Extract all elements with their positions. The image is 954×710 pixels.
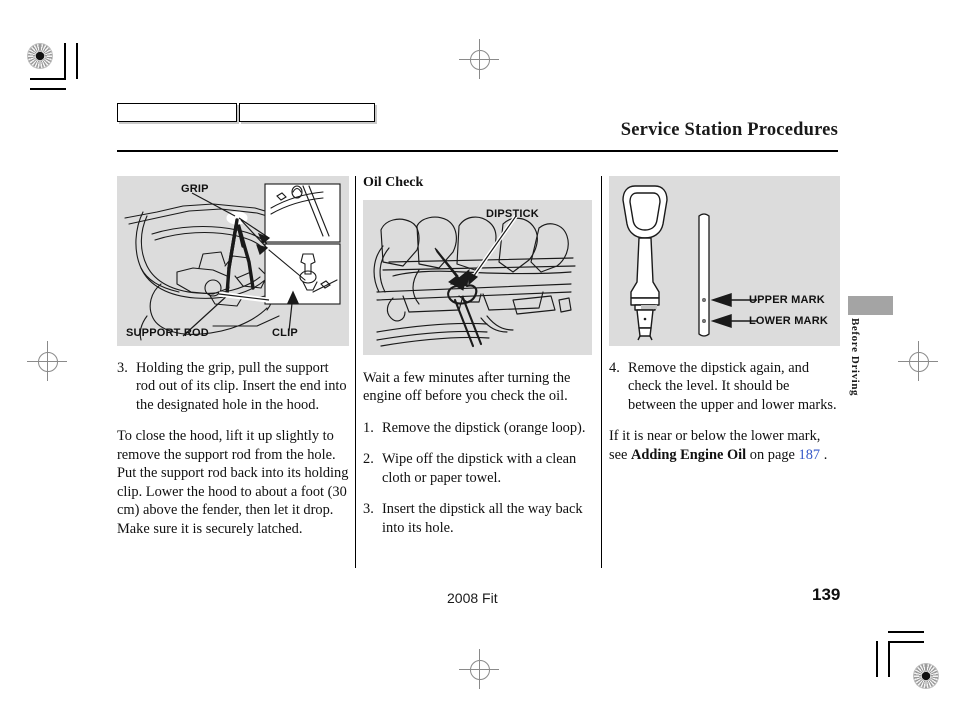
figure-label-clip: CLIP	[272, 327, 298, 339]
header-rule	[117, 150, 838, 152]
crop-mark	[30, 78, 66, 80]
blank-label-box	[239, 103, 375, 122]
registration-target-icon	[27, 43, 53, 69]
column-divider	[355, 176, 356, 568]
figure-label-upper-mark: UPPER MARK	[749, 294, 825, 306]
paragraph-close-hood: To close the hood, lift it up slightly t…	[117, 428, 349, 537]
figure-hood-support-rod: GRIP SUPPORT ROD CLIP	[117, 176, 349, 346]
list-item-text: Remove the dipstick (orange loop).	[382, 419, 586, 436]
middle-column-body: Wait a few minutes after turning the eng…	[363, 369, 593, 537]
figure-dipstick-location: DIPSTICK	[363, 200, 592, 355]
paragraph-wait-intro: Wait a few minutes after turning the eng…	[363, 370, 571, 405]
crossref-section-name: Adding Engine Oil	[630, 446, 747, 463]
right-column-body: 4. Remove the dipstick again, and check …	[609, 359, 840, 464]
side-tab-label: Before Driving	[849, 318, 861, 397]
list-item: 2. Wipe off the dipstick with a clean cl…	[363, 450, 593, 487]
crossref-page-link[interactable]: 187	[799, 447, 821, 463]
list-item: 1. Remove the dipstick (orange loop).	[363, 419, 593, 437]
cross-reference-paragraph: If it is near or below the lower mark, s…	[609, 427, 840, 464]
list-item-number: 1.	[363, 419, 374, 436]
list-item: 3. Insert the dipstick all the way back …	[363, 500, 593, 537]
footer-model-year: 2008 Fit	[447, 590, 498, 606]
section-title-oil-check: Oil Check	[363, 175, 424, 190]
figure-label-lower-mark: LOWER MARK	[749, 315, 828, 327]
figure-label-dipstick: DIPSTICK	[486, 208, 539, 220]
crop-mark	[888, 641, 890, 677]
list-item-text: Wipe off the dipstick with a clean cloth…	[382, 451, 577, 486]
list-item-number: 3.	[363, 501, 374, 518]
crop-mark	[64, 43, 66, 79]
list-item: 3. Holding the grip, pull the support ro…	[117, 359, 349, 414]
crosshair-registration-icon	[459, 39, 499, 79]
middle-column: Oil Check DIPSTICK Wait a few minutes af…	[363, 176, 593, 550]
right-column: UPPER MARK LOWER MARK 4. Remove the dips…	[609, 176, 840, 464]
list-item-number: 3.	[117, 360, 128, 376]
column-divider	[601, 176, 602, 568]
registration-target-icon	[913, 663, 939, 689]
blank-label-box	[117, 103, 237, 122]
list-item: 4. Remove the dipstick again, and check …	[609, 359, 840, 414]
footer-page-number: 139	[812, 585, 841, 604]
thumb-tab-marker	[848, 296, 893, 315]
figure-dipstick-marks: UPPER MARK LOWER MARK	[609, 176, 840, 346]
list-item-number: 4.	[609, 360, 620, 376]
crosshair-registration-icon	[898, 341, 938, 381]
crossref-middle-text: on page	[746, 446, 799, 463]
crosshair-registration-icon	[459, 649, 499, 689]
list-item-text: Insert the dipstick all the way back int…	[382, 501, 583, 536]
left-column-body: 3. Holding the grip, pull the support ro…	[117, 359, 349, 538]
crop-mark	[876, 641, 878, 677]
crop-mark	[888, 631, 924, 633]
crosshair-registration-icon	[27, 341, 67, 381]
crop-mark	[30, 88, 66, 90]
crop-mark	[76, 43, 78, 79]
manual-page: Service Station Procedures GRIP SUPPORT …	[0, 0, 954, 710]
page-title: Service Station Procedures	[620, 120, 838, 140]
crop-mark	[888, 641, 924, 643]
figure-label-grip: GRIP	[181, 183, 209, 195]
list-item-number: 2.	[363, 451, 374, 468]
left-column: GRIP SUPPORT ROD CLIP 3. Holding the gri…	[117, 176, 349, 538]
list-item-text: Remove the dipstick again, and check the…	[628, 360, 837, 413]
figure-label-support-rod: SUPPORT ROD	[126, 327, 209, 339]
list-item-text: Holding the grip, pull the support rod o…	[136, 360, 347, 413]
crossref-tail-text: .	[820, 446, 828, 463]
